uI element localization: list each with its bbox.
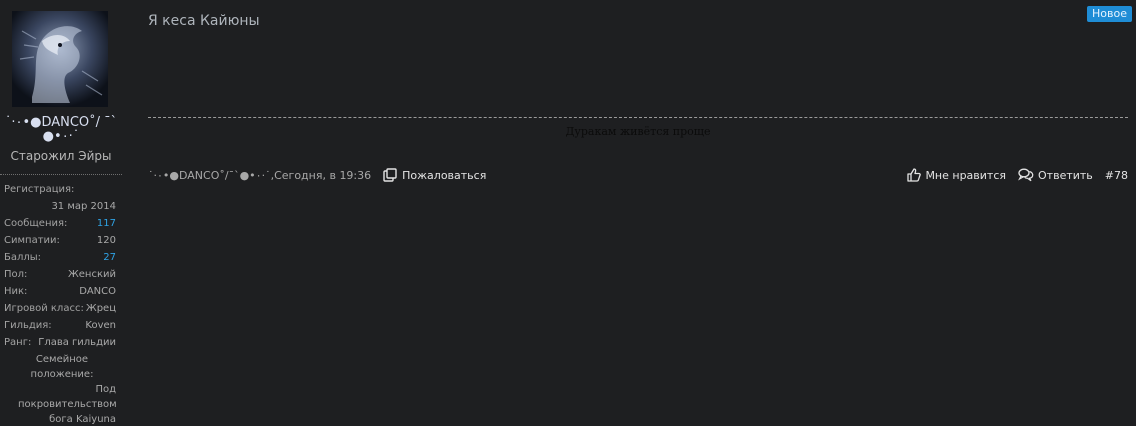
stat-value: DANCO	[79, 286, 116, 297]
stat-registration: Регистрация:	[4, 182, 116, 199]
user-stats: Регистрация: 31 мар 2014 Сообщения: 117 …	[4, 182, 117, 426]
stat-value: Женский	[68, 269, 116, 280]
stat-label: Пол:	[4, 269, 28, 280]
stat-label: Регистрация:	[4, 184, 75, 195]
new-badge: Новое	[1087, 6, 1132, 22]
stat-registration-value: 31 мар 2014	[51, 201, 116, 212]
stat-value: Жрец	[85, 303, 116, 314]
message-meta: ˙·٠•●DANCO˚/¯`●•٠·˙ , Сегодня, в 19:36 П…	[148, 164, 1128, 186]
thumbs-up-icon	[907, 168, 922, 182]
post-date[interactable]: Сегодня, в 19:36	[274, 169, 371, 182]
stat-guild: Гильдия: Koven	[4, 318, 116, 335]
like-label: Мне нравится	[925, 168, 1007, 182]
stat-family-value: Под покровительством бога Kaiyuna	[18, 384, 117, 425]
stat-value: Глава гильдии	[38, 337, 116, 348]
stat-messages: Сообщения: 117	[4, 216, 116, 233]
reply-button[interactable]: Ответить	[1018, 168, 1093, 182]
report-button[interactable]: Пожаловаться	[383, 168, 486, 182]
stat-label: Гильдия:	[4, 320, 52, 331]
post-actions: Мне нравится Ответить #78	[895, 168, 1128, 182]
messages-count-link[interactable]: 117	[97, 216, 116, 233]
reply-label: Ответить	[1038, 168, 1093, 182]
stat-label: Игровой класс:	[4, 303, 84, 314]
stat-label: Сообщения:	[4, 218, 68, 229]
stat-rank: Ранг: Глава гильдии	[4, 335, 116, 352]
stat-label: Ранг:	[4, 337, 32, 348]
report-icon	[383, 168, 397, 182]
user-info-sidebar: ˙·٠•●DANCO˚/ ¯`●•٠·˙ Старожил Эйры Регис…	[0, 0, 122, 426]
divider	[0, 174, 122, 175]
signature: Дуракам живётся проще	[565, 125, 711, 138]
author-link[interactable]: ˙·٠•●DANCO˚/¯`●•٠·˙	[148, 169, 271, 182]
stat-label: Ник:	[4, 286, 28, 297]
stat-label: Баллы:	[4, 252, 42, 263]
stat-nick: Ник: DANCO	[4, 284, 116, 301]
user-title: Старожил Эйры	[10, 149, 112, 163]
username[interactable]: ˙·٠•●DANCO˚/ ¯`●•٠·˙	[0, 116, 122, 144]
message-body: Новое Я кеса Кайюны Дуракам живётся прощ…	[148, 0, 1136, 426]
forum-post: ˙·٠•●DANCO˚/ ¯`●•٠·˙ Старожил Эйры Регис…	[0, 0, 1136, 426]
stat-family-label: Семейное положение:	[30, 354, 94, 380]
dragon-avatar-icon	[12, 11, 108, 107]
stat-class: Игровой класс: Жрец	[4, 301, 116, 318]
report-label: Пожаловаться	[402, 168, 487, 182]
points-count-link[interactable]: 27	[103, 250, 116, 267]
message-text: Я кеса Кайюны	[148, 13, 260, 29]
stat-gender: Пол: Женский	[4, 267, 116, 284]
like-button[interactable]: Мне нравится	[907, 168, 1006, 182]
stat-value: 120	[96, 235, 116, 246]
stat-points: Баллы: 27	[4, 250, 116, 267]
user-avatar[interactable]	[12, 11, 108, 107]
stat-value: Koven	[85, 320, 116, 331]
post-number-link[interactable]: #78	[1105, 169, 1128, 182]
signature-separator	[148, 117, 1128, 118]
stat-likes: Симпатии: 120	[4, 233, 116, 250]
comments-icon	[1018, 168, 1034, 182]
stat-label: Симпатии:	[4, 235, 60, 246]
